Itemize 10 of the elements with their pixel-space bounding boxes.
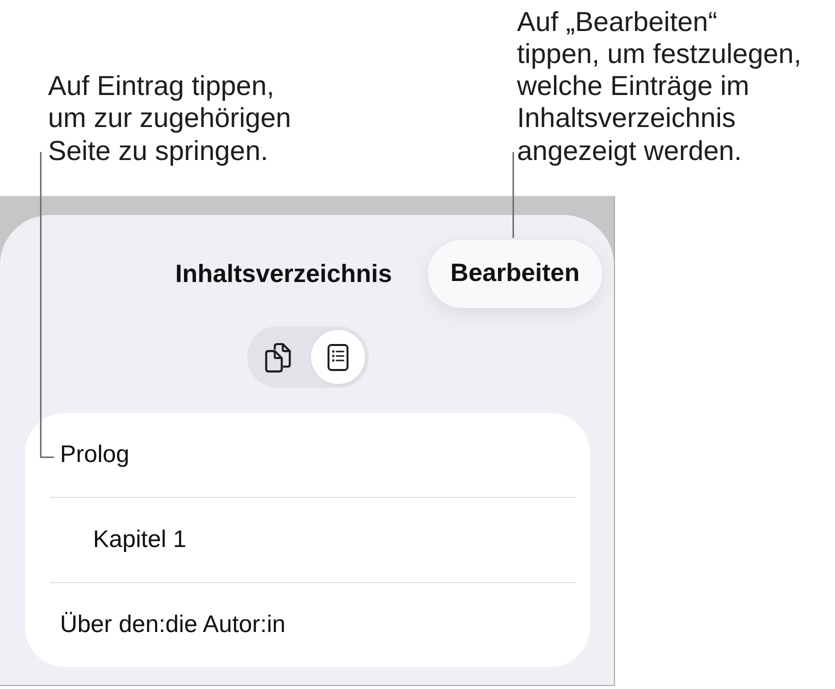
panel-title: Inhaltsverzeichnis xyxy=(175,259,392,289)
callout-text: Auf „Bearbeiten“ tippen, um festzulegen, welche Einträge im Inhaltsverzeichnis angezeigt werden. xyxy=(517,6,802,167)
toc-entry[interactable]: Prolog xyxy=(50,413,576,497)
callout-text: Auf Eintrag tippen, um zur zugehörigen Seite zu springen. xyxy=(48,70,292,167)
view-tab[interactable] xyxy=(310,330,364,384)
toc-entry[interactable]: Über den:die Autor:in xyxy=(50,583,576,667)
document-list-icon xyxy=(326,342,348,372)
pages-icon xyxy=(262,340,292,374)
toc-entry[interactable]: Kapitel 1 xyxy=(50,498,576,582)
edit-button[interactable]: Bearbeiten xyxy=(428,240,602,308)
